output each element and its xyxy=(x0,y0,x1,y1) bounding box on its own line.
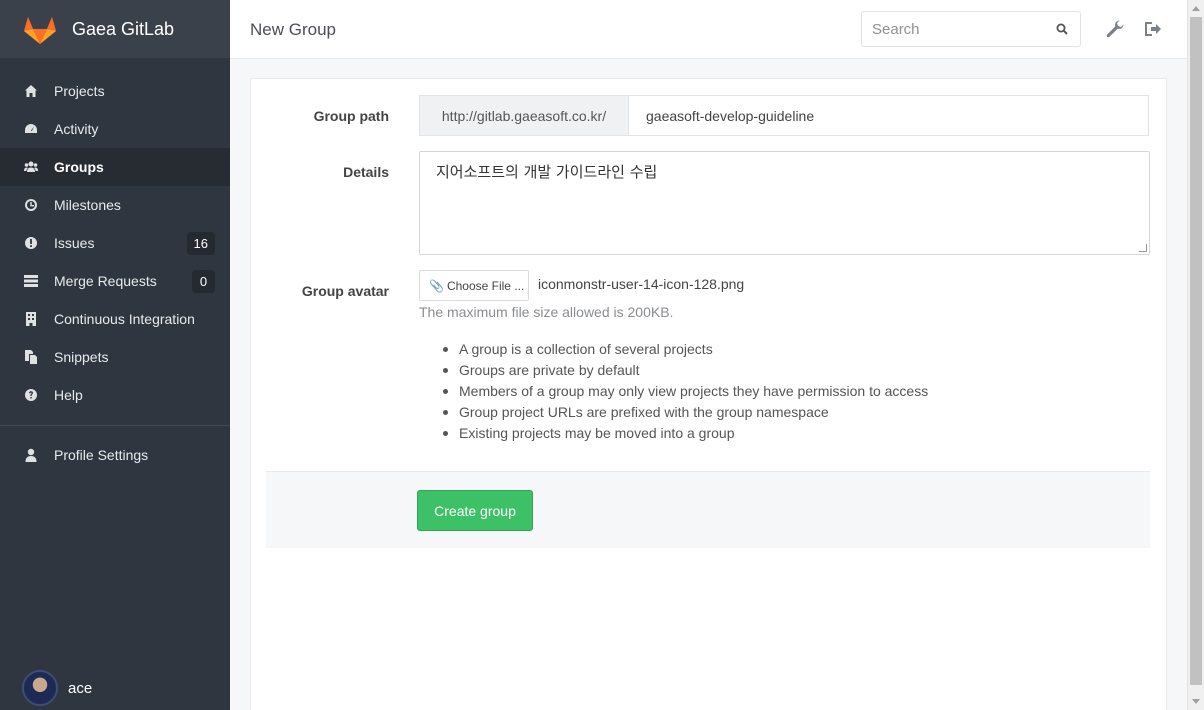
list-item: Members of a group may only view project… xyxy=(441,381,928,402)
avatar xyxy=(22,670,58,706)
gitlab-logo-icon xyxy=(24,17,56,44)
clock-icon xyxy=(24,198,38,212)
sidebar-item-label: Milestones xyxy=(54,197,121,213)
user-icon xyxy=(24,448,38,462)
page-title: New Group xyxy=(250,20,336,39)
home-icon xyxy=(24,84,38,98)
issues-count-badge: 16 xyxy=(186,232,215,255)
copy-icon xyxy=(24,350,38,364)
dashboard-icon xyxy=(24,122,38,136)
details-label: Details xyxy=(343,164,389,180)
list-item: Groups are private by default xyxy=(441,360,928,381)
scroll-down-arrow-icon[interactable] xyxy=(1192,699,1200,704)
group-avatar-label: Group avatar xyxy=(301,283,389,299)
sidebar-divider xyxy=(0,425,230,426)
search-icon xyxy=(1056,23,1068,35)
sign-out-icon[interactable] xyxy=(1143,19,1163,39)
sidebar-item-label: Snippets xyxy=(54,349,109,365)
scrollbar-thumb[interactable] xyxy=(1190,17,1202,685)
exclamation-circle-icon xyxy=(24,236,38,250)
merge-requests-count-badge: 0 xyxy=(192,270,215,293)
question-circle-icon xyxy=(24,388,38,402)
users-icon xyxy=(24,160,38,174)
sidebar-item-label: Merge Requests xyxy=(54,273,157,289)
sidebar-item-issues[interactable]: Issues 16 xyxy=(0,224,230,262)
sidebar-item-label: Help xyxy=(54,387,83,403)
sidebar-item-snippets[interactable]: Snippets xyxy=(0,338,230,376)
list-item: Group project URLs are prefixed with the… xyxy=(441,402,928,423)
list-item: Existing projects may be moved into a gr… xyxy=(441,423,928,444)
building-icon xyxy=(24,312,38,326)
list-icon xyxy=(24,274,38,288)
sidebar-nav: Projects Activity Groups Milestones Issu… xyxy=(0,72,230,414)
top-header: New Group Search xyxy=(230,0,1187,59)
paperclip-icon: 📎 xyxy=(429,278,444,293)
group-path-input[interactable]: gaeasoft-develop-guideline xyxy=(628,95,1149,136)
current-user[interactable]: ace xyxy=(22,670,92,706)
details-text: 지어소프트의 개발 가이드라인 수립 xyxy=(436,163,658,181)
group-path-label: Group path xyxy=(313,108,389,124)
sidebar-item-label: Profile Settings xyxy=(54,447,149,463)
search-input[interactable]: Search xyxy=(861,11,1081,47)
list-item: A group is a collection of several proje… xyxy=(441,339,928,360)
scroll-up-arrow-icon[interactable] xyxy=(1192,6,1200,11)
choose-file-label: Choose File ... xyxy=(446,278,525,293)
create-group-button[interactable]: Create group xyxy=(417,490,533,531)
selected-file-name: iconmonstr-user-14-icon-128.png xyxy=(538,276,745,292)
sidebar-item-label: Activity xyxy=(54,121,99,137)
sidebar-item-continuous-integration[interactable]: Continuous Integration xyxy=(0,300,230,338)
sidebar-item-merge-requests[interactable]: Merge Requests 0 xyxy=(0,262,230,300)
username: ace xyxy=(68,679,93,697)
sidebar-item-projects[interactable]: Projects xyxy=(0,72,230,110)
sidebar: Gaea GitLab Projects Activity Groups Mil… xyxy=(0,0,230,710)
brand-link[interactable]: Gaea GitLab xyxy=(0,0,230,58)
group-info-list: A group is a collection of several proje… xyxy=(441,339,928,444)
sidebar-item-groups[interactable]: Groups xyxy=(0,148,230,186)
group-path-prefix: http://gitlab.gaeasoft.co.kr/ xyxy=(419,95,629,136)
search-placeholder: Search xyxy=(872,20,920,38)
sidebar-item-label: Groups xyxy=(54,159,104,175)
choose-file-button[interactable]: 📎 Choose File ... xyxy=(419,270,529,301)
details-textarea[interactable]: 지어소프트의 개발 가이드라인 수립 xyxy=(419,151,1150,255)
resize-handle[interactable] xyxy=(1139,244,1147,252)
sidebar-settings-nav: Profile Settings xyxy=(0,436,230,474)
sidebar-item-profile-settings[interactable]: Profile Settings xyxy=(0,436,230,474)
sidebar-item-label: Projects xyxy=(54,83,105,99)
sidebar-item-label: Issues xyxy=(54,235,95,251)
page-scrollbar[interactable] xyxy=(1187,0,1204,710)
sidebar-item-milestones[interactable]: Milestones xyxy=(0,186,230,224)
sidebar-item-label: Continuous Integration xyxy=(54,311,195,327)
sidebar-item-activity[interactable]: Activity xyxy=(0,110,230,148)
admin-wrench-icon[interactable] xyxy=(1105,19,1125,39)
file-size-hint: The maximum file size allowed is 200KB. xyxy=(419,304,674,320)
sidebar-item-help[interactable]: Help xyxy=(0,376,230,414)
form-actions: Create group xyxy=(266,471,1150,548)
brand-name: Gaea GitLab xyxy=(72,18,175,39)
